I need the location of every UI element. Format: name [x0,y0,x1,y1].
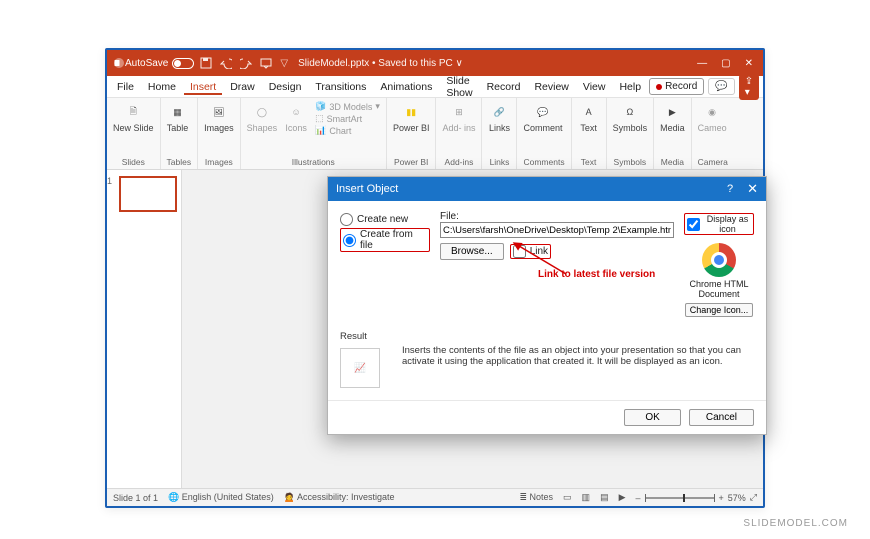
menu-help[interactable]: Help [613,79,647,95]
file-path-input[interactable] [440,222,674,238]
menu-bar: File Home Insert Draw Design Transitions… [107,76,763,98]
menu-home[interactable]: Home [142,79,182,95]
text-button[interactable]: AText [578,101,600,133]
shapes-button[interactable]: ◯Shapes [247,101,278,133]
document-title[interactable]: SlideModel.pptx • Saved to this PC ∨ [298,58,463,69]
chrome-icon [702,243,736,277]
cameo-button[interactable]: ◉Cameo [698,101,727,133]
menu-animations[interactable]: Animations [374,79,438,95]
display-as-icon-checkbox[interactable]: Display as icon [684,213,754,235]
view-normal-icon[interactable]: ▭ [563,492,572,503]
status-slide: Slide 1 of 1 [113,493,158,503]
smartart-button[interactable]: ⬚ SmartArt [315,113,380,124]
zoom-out-icon[interactable]: – [636,493,641,503]
autosave-label: AutoSave [125,58,168,69]
zoom-in-icon[interactable]: + [719,493,724,503]
view-reading-icon[interactable]: ▤ [600,492,609,503]
ok-button[interactable]: OK [624,409,680,426]
view-sorter-icon[interactable]: ▥ [582,492,591,503]
redo-icon[interactable] [240,57,252,69]
menu-review[interactable]: Review [528,79,574,95]
menu-slideshow[interactable]: Slide Show [440,73,478,101]
chart-button[interactable]: 📊 Chart [315,125,380,136]
icons-button[interactable]: ☺Icons [285,101,307,133]
slideshow-icon[interactable] [260,57,272,69]
status-lang[interactable]: 🌐 English (United States) [168,492,274,503]
cancel-button[interactable]: Cancel [689,409,754,426]
save-icon[interactable] [200,57,212,69]
addins-button[interactable]: ⊞Add- ins [442,101,475,133]
zoom-value: 57% [728,493,746,503]
dialog-title: Insert Object [336,183,398,195]
browse-button[interactable]: Browse... [440,243,504,260]
zoom-control[interactable]: – + 57% ⤢ [636,492,758,503]
change-icon-button[interactable]: Change Icon... [685,303,754,317]
menu-file[interactable]: File [111,79,140,95]
links-button[interactable]: 🔗Links [488,101,510,133]
workarea: 1 Insert Object ? ✕ Create new [107,170,763,488]
titlebar: AutoSave ▽ SlideModel.pptx • Saved to th… [107,50,763,76]
comment-button[interactable]: 💬Comment [523,101,562,133]
table-button[interactable]: ▦Table [167,101,189,133]
ribbon: 🗎New Slide Slides ▦Table Tables 🖼Images … [107,98,763,170]
watermark: SLIDEMODEL.COM [743,518,848,529]
fit-icon[interactable]: ⤢ [750,492,757,503]
menu-transitions[interactable]: Transitions [309,79,372,95]
dialog-close-icon[interactable]: ✕ [747,181,758,197]
minimize-icon[interactable]: — [697,58,707,69]
media-button[interactable]: ▶Media [660,101,685,133]
notes-button[interactable]: ≣ Notes [519,492,553,503]
app-icon [113,57,125,69]
create-new-radio[interactable]: Create new [340,213,430,226]
autosave-toggle[interactable] [172,58,194,69]
dialog-help-icon[interactable]: ? [727,183,733,195]
undo-icon[interactable] [220,57,232,69]
status-accessibility[interactable]: 🙍 Accessibility: Investigate [284,492,395,503]
file-label: File: [440,211,674,222]
result-icon: 📈 [340,348,380,388]
menu-draw[interactable]: Draw [224,79,261,95]
menu-design[interactable]: Design [263,79,308,95]
slide-canvas[interactable]: Insert Object ? ✕ Create new Create f [182,170,763,488]
thumbnail-pane[interactable]: 1 [107,170,182,488]
dialog-titlebar: Insert Object ? ✕ [328,177,766,201]
result-label: Result [340,331,390,342]
menu-view[interactable]: View [577,79,612,95]
share-button[interactable]: ⇪ ▾ [739,74,759,100]
images-button[interactable]: 🖼Images [204,101,234,133]
menu-record[interactable]: Record [481,79,527,95]
create-from-file-radio[interactable]: Create from file [340,228,430,252]
annotation-text: Link to latest file version [538,269,655,280]
powerbi-button[interactable]: ▮▮Power BI [393,101,430,133]
close-icon[interactable]: ✕ [745,58,753,69]
icon-caption: Chrome HTML Document [684,279,754,299]
new-slide-button[interactable]: 🗎New Slide [113,101,154,133]
insert-object-dialog: Insert Object ? ✕ Create new Create f [327,176,767,435]
status-bar: Slide 1 of 1 🌐 English (United States) 🙍… [107,488,763,506]
maximize-icon[interactable]: ▢ [721,58,730,69]
symbols-button[interactable]: ΩSymbols [613,101,648,133]
record-button[interactable]: Record [649,78,704,95]
result-text: Inserts the contents of the file as an o… [402,331,754,388]
menu-insert[interactable]: Insert [184,79,222,95]
powerpoint-window: AutoSave ▽ SlideModel.pptx • Saved to th… [105,48,765,508]
slide-number: 1 [107,176,169,186]
models-button[interactable]: 🧊 3D Models ▾ [315,101,380,112]
comments-toggle[interactable]: 💬 [708,78,734,95]
view-slideshow-icon[interactable]: ▶ [619,492,626,503]
